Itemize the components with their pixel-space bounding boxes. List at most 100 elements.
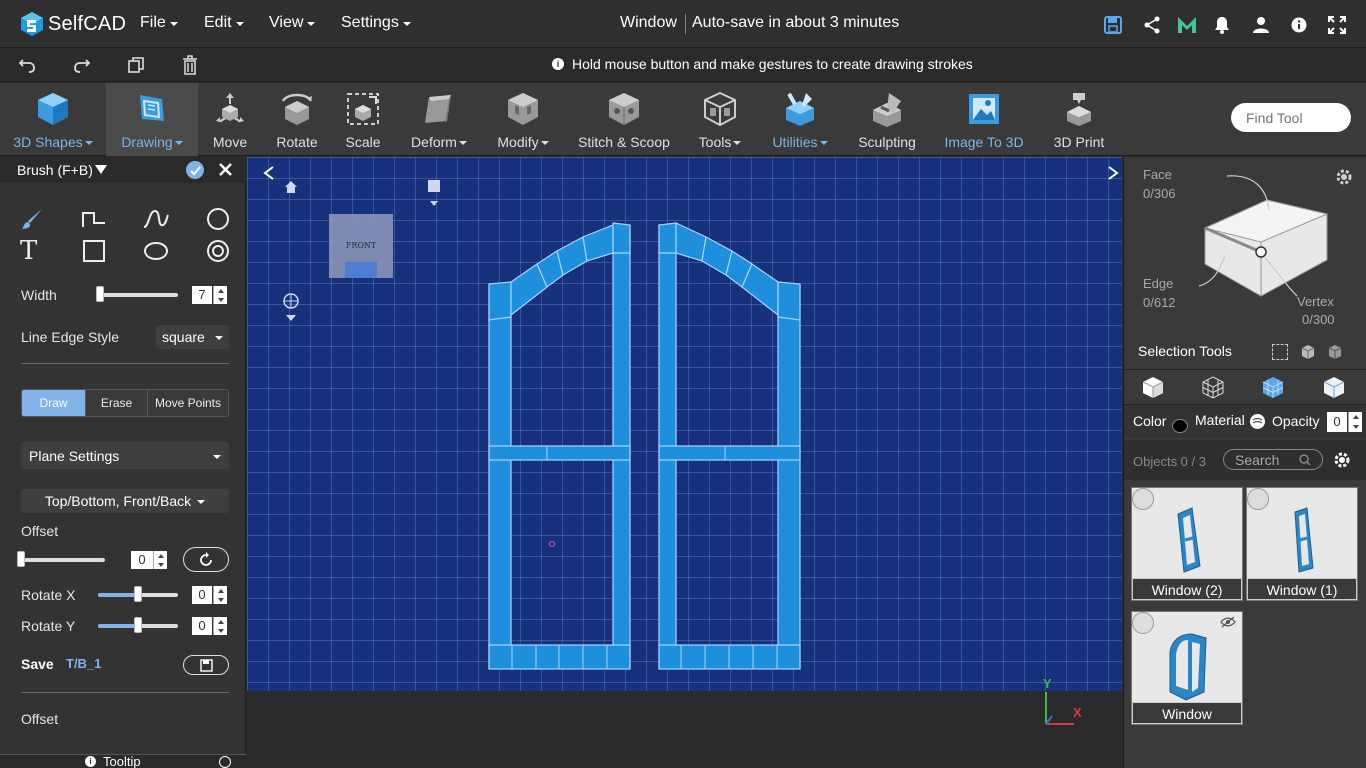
tooltip-toggle-icon[interactable] xyxy=(219,756,231,768)
copy-icon[interactable] xyxy=(125,54,147,76)
rotate-x-value[interactable]: 0 xyxy=(192,586,212,604)
menu-settings[interactable]: Settings xyxy=(341,14,411,32)
width-slider[interactable] xyxy=(100,293,178,297)
settings-gear-icon[interactable] xyxy=(1335,168,1353,186)
save-plane-button[interactable] xyxy=(183,655,229,675)
pan-icon[interactable] xyxy=(428,180,440,192)
tool-modify[interactable]: Modify xyxy=(490,83,556,156)
collapse-left-icon[interactable] xyxy=(263,166,274,180)
tool-3d-shapes[interactable]: 3D Shapes xyxy=(8,83,98,156)
rotate-x-slider-handle[interactable] xyxy=(134,586,142,602)
tool-utilities[interactable]: Utilities xyxy=(764,83,836,156)
plane-option-select[interactable]: Top/Bottom, Front/Back xyxy=(21,489,229,513)
spin-down-icon[interactable] xyxy=(1352,425,1359,429)
line-edge-style-select[interactable]: square xyxy=(156,325,229,349)
tool-scale[interactable]: Scale xyxy=(336,83,390,156)
object-card[interactable]: Window (2) xyxy=(1131,487,1243,601)
close-icon[interactable] xyxy=(219,163,232,176)
brush-icon[interactable] xyxy=(20,207,44,231)
tool-sculpting[interactable]: Sculpting xyxy=(852,83,922,156)
myminifactory-icon[interactable] xyxy=(1176,14,1198,36)
spin-up-icon[interactable] xyxy=(217,288,224,293)
delete-icon[interactable] xyxy=(179,54,201,76)
spin-down-icon[interactable] xyxy=(217,628,224,633)
offset-slider[interactable] xyxy=(21,558,105,562)
home-icon[interactable] xyxy=(285,181,297,193)
tool-move[interactable]: Move xyxy=(203,83,257,156)
object-select-checkbox[interactable] xyxy=(1247,488,1269,510)
solid-wireframe-mode-icon[interactable] xyxy=(1261,375,1285,399)
box-select-icon[interactable] xyxy=(1272,344,1288,360)
concentric-circle-icon[interactable] xyxy=(206,239,230,263)
polyline-icon[interactable] xyxy=(82,209,106,229)
opacity-value[interactable]: 0 xyxy=(1327,412,1347,432)
curve-icon[interactable] xyxy=(143,207,169,231)
menu-file[interactable]: File xyxy=(140,14,178,32)
3d-viewport[interactable]: FRONT xyxy=(247,157,1122,691)
menu-view[interactable]: View xyxy=(269,14,316,32)
save-icon[interactable] xyxy=(1102,14,1124,36)
object-select-checkbox[interactable] xyxy=(1132,612,1154,634)
user-account-icon[interactable] xyxy=(1250,14,1272,36)
tool-image-to-3d[interactable]: Image To 3D xyxy=(940,83,1028,156)
objects-settings-gear-icon[interactable] xyxy=(1333,451,1351,469)
confirm-check-icon[interactable] xyxy=(186,161,204,179)
rotate-y-slider-handle[interactable] xyxy=(134,617,142,633)
wireframe-mode-icon[interactable] xyxy=(1201,375,1225,399)
tool-stitch-scoop[interactable]: Stitch & Scoop xyxy=(574,83,674,156)
share-icon[interactable] xyxy=(1141,14,1163,36)
info-icon[interactable] xyxy=(1288,14,1310,36)
document-title[interactable]: Window xyxy=(620,14,677,32)
rotate-x-spinner[interactable] xyxy=(213,586,227,604)
rectangle-icon[interactable] xyxy=(82,239,106,263)
spin-down-icon[interactable] xyxy=(157,562,164,567)
tool-deform[interactable]: Deform xyxy=(404,83,474,156)
spin-up-icon[interactable] xyxy=(217,588,224,593)
select-object-icon[interactable] xyxy=(1326,344,1343,360)
material-sphere-icon[interactable] xyxy=(1250,414,1265,429)
menu-edit[interactable]: Edit xyxy=(204,14,244,32)
opacity-spinner[interactable] xyxy=(1348,412,1362,432)
color-swatch[interactable] xyxy=(1172,419,1188,433)
text-icon[interactable]: T xyxy=(20,238,44,264)
notifications-bell-icon[interactable] xyxy=(1211,14,1233,36)
tool-tools[interactable]: Tools xyxy=(692,83,748,156)
object-card[interactable]: Window xyxy=(1131,611,1243,725)
width-slider-handle[interactable] xyxy=(96,286,104,302)
spin-up-icon[interactable] xyxy=(157,553,164,558)
ellipse-icon[interactable] xyxy=(143,240,169,262)
tool-3d-print[interactable]: 3D Print xyxy=(1046,83,1112,156)
objects-search-input[interactable]: Search xyxy=(1223,449,1323,470)
rotate-y-value[interactable]: 0 xyxy=(192,617,212,635)
redo-icon[interactable] xyxy=(71,54,93,76)
xray-mode-icon[interactable] xyxy=(1322,375,1346,399)
offset-spinner[interactable] xyxy=(153,551,167,569)
solid-mode-icon[interactable] xyxy=(1141,375,1165,399)
tab-erase[interactable]: Erase xyxy=(85,390,147,416)
tab-move-points[interactable]: Move Points xyxy=(147,390,228,416)
spin-down-icon[interactable] xyxy=(217,297,224,302)
find-tool-input[interactable] xyxy=(1231,103,1351,132)
rotate-y-spinner[interactable] xyxy=(213,617,227,635)
app-logo[interactable]: SelfCAD xyxy=(20,10,126,38)
tooltip-label[interactable]: Tooltip xyxy=(103,755,141,768)
panel-title[interactable]: Brush (F+B) xyxy=(17,162,93,178)
tool-drawing[interactable]: Drawing xyxy=(106,83,198,156)
collapse-right-icon[interactable] xyxy=(1108,166,1119,180)
object-card[interactable]: Window (1) xyxy=(1246,487,1358,601)
tool-rotate[interactable]: Rotate xyxy=(270,83,324,156)
dropdown-triangle-icon[interactable] xyxy=(95,165,107,174)
spin-up-icon[interactable] xyxy=(217,619,224,624)
width-spinner[interactable] xyxy=(213,286,227,304)
hidden-eye-icon[interactable] xyxy=(1220,616,1236,628)
fullscreen-icon[interactable] xyxy=(1326,14,1348,36)
undo-icon[interactable] xyxy=(16,54,38,76)
tab-draw[interactable]: Draw xyxy=(22,390,85,416)
reset-offset-button[interactable] xyxy=(183,547,229,572)
spin-down-icon[interactable] xyxy=(217,597,224,602)
spin-up-icon[interactable] xyxy=(1352,415,1359,419)
object-select-checkbox[interactable] xyxy=(1132,488,1154,510)
plane-settings-dropdown[interactable]: Plane Settings xyxy=(21,442,229,469)
offset-slider-handle[interactable] xyxy=(17,551,25,567)
width-value[interactable]: 7 xyxy=(192,286,212,304)
